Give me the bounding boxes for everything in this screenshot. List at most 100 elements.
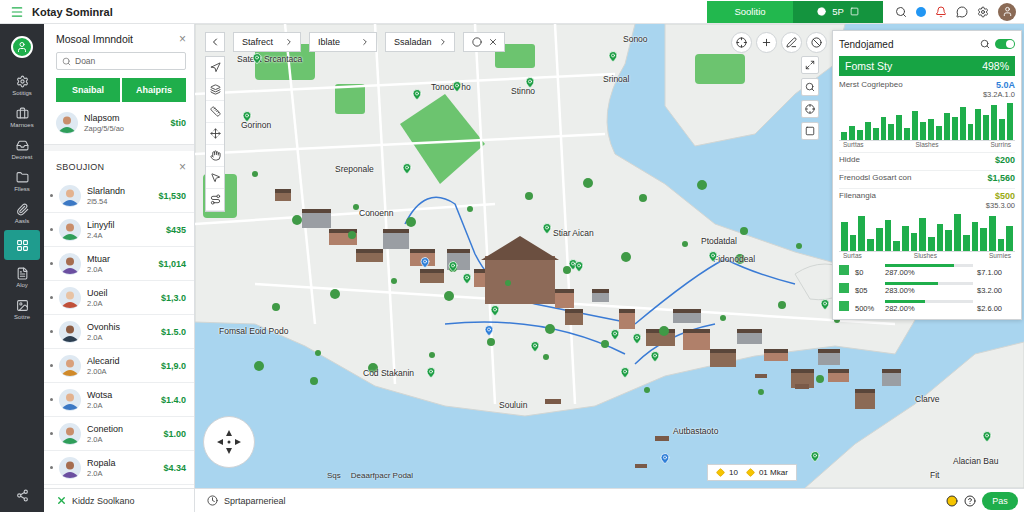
record-icon [817, 7, 826, 16]
panel-footer[interactable]: Kiddz Soolkano [44, 488, 194, 512]
result-row[interactable]: Mtuar2.0A$1,014 [44, 247, 194, 281]
map-pin[interactable] [619, 366, 631, 380]
top-button[interactable]: Soolitio [707, 1, 793, 23]
map-pin[interactable] [419, 256, 431, 270]
toggle-knob [1006, 40, 1014, 48]
menu-icon[interactable] [10, 5, 24, 19]
rail-item[interactable]: Sotitigs [4, 70, 40, 100]
action-button[interactable]: Snaibal [56, 78, 120, 102]
user-avatar[interactable] [998, 3, 1016, 21]
result-row[interactable]: Uoeil2.0A$1,3.0 [44, 281, 194, 315]
result-row[interactable]: Slarlandn2l5.54$1,530 [44, 179, 194, 213]
rail-item[interactable]: Aasls [4, 198, 40, 228]
map-pin[interactable] [707, 250, 719, 264]
map-pin[interactable] [541, 222, 553, 236]
compass[interactable] [203, 416, 255, 468]
tool-button[interactable] [206, 189, 224, 211]
close-button[interactable]: × [179, 161, 186, 173]
result-row[interactable]: Linyyfil2.4A$435 [44, 213, 194, 247]
bell-icon[interactable] [935, 6, 947, 18]
status-icon[interactable] [946, 495, 958, 507]
tool-button[interactable] [206, 57, 224, 79]
rail-logo[interactable] [11, 36, 33, 58]
map-pin[interactable] [819, 298, 831, 312]
map-action-button[interactable] [756, 32, 777, 53]
square-icon [850, 7, 859, 16]
tool-button[interactable] [206, 123, 224, 145]
map-pin[interactable] [447, 260, 459, 274]
map-pin[interactable] [981, 430, 993, 444]
filter-pill[interactable] [463, 32, 505, 52]
map-action-button[interactable] [731, 32, 752, 53]
map-pin[interactable] [483, 324, 495, 338]
tool-button[interactable] [206, 101, 224, 123]
map-pin[interactable] [251, 52, 263, 66]
search-icon[interactable] [980, 39, 990, 49]
map-pin[interactable] [425, 366, 437, 380]
map-pin[interactable] [524, 76, 536, 90]
chat-icon[interactable] [956, 6, 968, 18]
map-action-button[interactable] [781, 32, 802, 53]
close-button[interactable]: × [179, 33, 186, 45]
rail-item[interactable]: Marnoes [4, 102, 40, 132]
map-action-button[interactable] [806, 32, 827, 53]
map-pin[interactable] [411, 88, 423, 102]
filter-pill[interactable]: Stafrect [233, 32, 301, 52]
tool-button[interactable] [206, 167, 224, 189]
search-input[interactable] [75, 56, 180, 66]
map-pin[interactable] [631, 332, 643, 346]
progress-value: $2.6.00 [977, 300, 1015, 313]
row-name: Ovonhis [87, 322, 155, 332]
map-label: Sreponale [335, 164, 374, 174]
rail-item[interactable]: Flless [4, 166, 40, 196]
result-row[interactable]: Wotsa2.0A$1.4.0 [44, 383, 194, 417]
side-tool-button[interactable] [801, 56, 819, 74]
map-pin[interactable] [451, 80, 463, 94]
result-row[interactable]: Ovonhis2.0A$1.5.0 [44, 315, 194, 349]
map-label: Srinoal [603, 74, 629, 84]
map-pin[interactable] [573, 260, 585, 274]
rail-item[interactable]: Deorest [4, 134, 40, 164]
rail-item[interactable]: Aloy [4, 262, 40, 292]
map-pin[interactable] [609, 328, 621, 342]
map-pin[interactable] [461, 272, 473, 286]
tool-button[interactable] [206, 145, 224, 167]
search-icon[interactable] [895, 6, 907, 18]
help-icon[interactable] [964, 495, 976, 507]
share-icon[interactable] [16, 489, 29, 502]
chart-bars [839, 103, 1015, 141]
compass-icon [214, 427, 244, 457]
side-tool-button[interactable] [801, 100, 819, 118]
back-button[interactable] [205, 32, 225, 52]
side-tool-button[interactable] [801, 78, 819, 96]
result-row[interactable]: Ropala2.0A$4.34 [44, 451, 194, 485]
map-pin[interactable] [401, 162, 413, 176]
primary-button[interactable]: Pas [982, 492, 1018, 510]
rail-item[interactable]: Sottre [4, 294, 40, 324]
row-text: Linyyfil2.4A [87, 220, 160, 240]
tool-button[interactable] [206, 79, 224, 101]
map-pin[interactable] [241, 110, 253, 124]
result-row[interactable]: Alecarid2.00A$1,9.0 [44, 349, 194, 383]
filter-pill[interactable]: Ssaladan [385, 32, 455, 52]
top-button[interactable]: 5P [793, 1, 883, 23]
progress-value: $3.2.00 [977, 282, 1015, 295]
filter-pill[interactable]: Iblate [309, 32, 377, 52]
map-pin[interactable] [607, 50, 619, 64]
map-pin[interactable] [489, 304, 501, 318]
rail-item[interactable] [4, 230, 40, 260]
map-pin[interactable] [659, 452, 671, 466]
rail-bottom[interactable] [16, 481, 29, 512]
map-pin[interactable] [529, 340, 541, 354]
search-box[interactable] [56, 52, 186, 70]
map-pin[interactable] [649, 350, 661, 364]
toggle[interactable] [995, 39, 1015, 49]
action-button[interactable]: Ahaipris [122, 78, 186, 102]
chart-bar [972, 222, 979, 251]
map-pin[interactable] [809, 450, 821, 464]
profile-row[interactable]: NlapsomZapg/5/5/ao$ti0 [44, 102, 194, 145]
result-row[interactable]: Conetion2.0A$1.00 [44, 417, 194, 451]
settings-icon[interactable] [977, 6, 989, 18]
side-tool-button[interactable] [801, 122, 819, 140]
logo[interactable]: Kotay Sominral [0, 5, 707, 19]
